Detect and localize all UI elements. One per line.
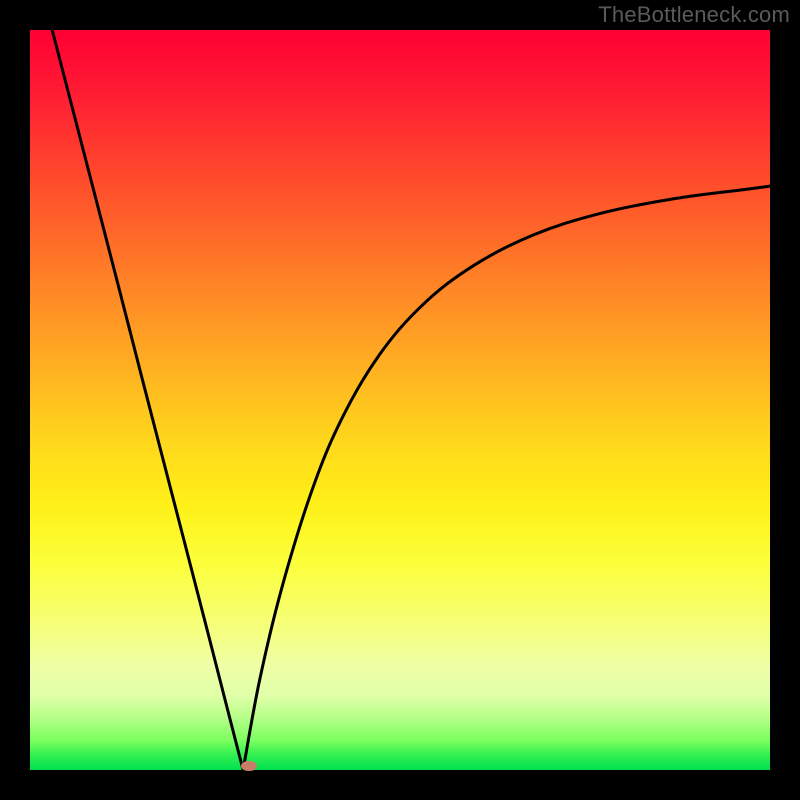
curve-layer bbox=[30, 30, 770, 770]
plot-area bbox=[30, 30, 770, 770]
chart-container: TheBottleneck.com bbox=[0, 0, 800, 800]
bottleneck-curve bbox=[52, 30, 770, 770]
minimum-marker bbox=[241, 761, 257, 771]
watermark-text: TheBottleneck.com bbox=[598, 2, 790, 28]
